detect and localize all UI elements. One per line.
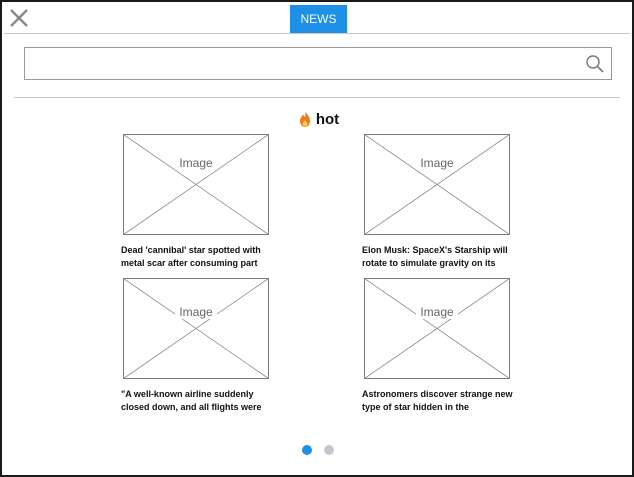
image-placeholder-label: Image <box>420 305 454 319</box>
section-heading: hot <box>2 109 634 129</box>
image-placeholder-label: Image <box>179 305 213 319</box>
app-window: NEWS hot Image Dead 'cannibal' star spot… <box>0 0 634 477</box>
pagination-dot-active[interactable] <box>302 445 312 455</box>
header-divider <box>4 33 630 34</box>
section-heading-label: hot <box>315 110 340 128</box>
image-placeholder-icon: Image <box>364 278 510 379</box>
news-card-title: Elon Musk: SpaceX's Starship will rotate… <box>362 245 508 268</box>
tab-news-label: NEWS <box>300 12 337 26</box>
image-placeholder-label: Image <box>420 156 454 170</box>
image-placeholder-icon: Image <box>364 134 510 235</box>
pagination-dot[interactable] <box>324 445 334 455</box>
pagination <box>302 445 334 455</box>
image-placeholder-icon: Image <box>123 134 269 235</box>
flame-icon <box>299 111 311 127</box>
section-divider <box>14 97 620 98</box>
search-input[interactable] <box>25 48 575 79</box>
news-card-title: Astronomers discover strange new type of… <box>362 389 513 412</box>
tab-news[interactable]: NEWS <box>290 5 347 33</box>
close-icon[interactable] <box>8 7 30 29</box>
news-card-title: "A well-known airline suddenly closed do… <box>121 389 262 412</box>
search-icon[interactable] <box>585 54 605 74</box>
image-placeholder-icon: Image <box>123 278 269 379</box>
image-placeholder-label: Image <box>179 156 213 170</box>
search-bar <box>24 47 612 80</box>
news-card-title: Dead 'cannibal' star spotted with metal … <box>121 245 261 268</box>
